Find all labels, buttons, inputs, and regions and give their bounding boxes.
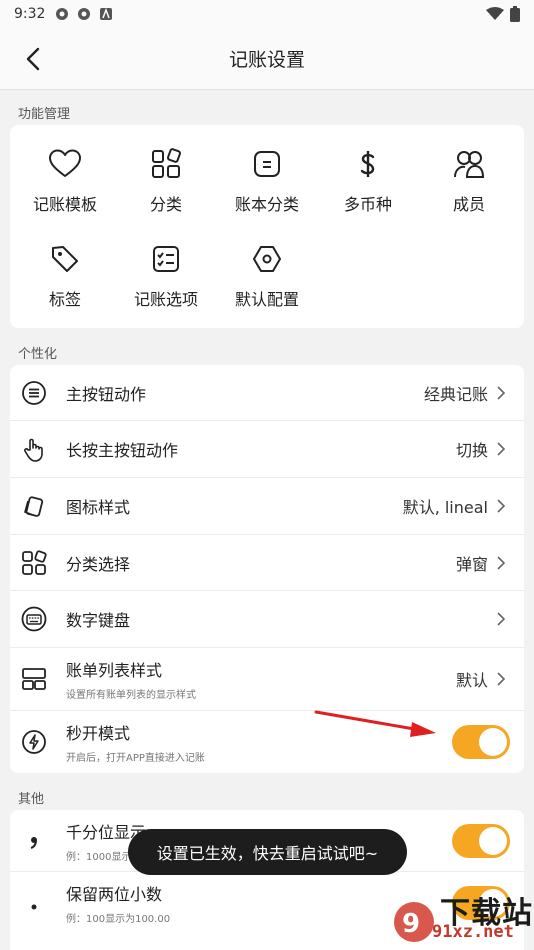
tag-icon — [52, 246, 78, 272]
feature-bookkeeping-options[interactable]: 记账选项 — [115, 220, 217, 310]
arrow-left-icon — [26, 47, 40, 71]
thousands-separator-toggle[interactable] — [452, 823, 510, 858]
page-title: 记账设置 — [228, 49, 305, 71]
quick-open-toggle[interactable] — [452, 725, 510, 759]
wifi-icon — [486, 7, 504, 20]
category-grid-icon — [152, 148, 182, 178]
dot-icon — [31, 904, 37, 910]
chevron-right-icon — [497, 385, 506, 400]
row-icon-style[interactable]: 图标样式 默认, lineal — [10, 478, 524, 535]
svg-text:9: 9 — [402, 909, 420, 939]
app-notification-icon — [78, 8, 91, 20]
row-numeric-keyboard[interactable]: 数字键盘 — [10, 591, 524, 648]
features-card: 记账模板 分类 账本分类 多币种 成员 标签 记账选项 默认配置 — [10, 125, 524, 328]
battery-icon — [510, 6, 520, 22]
app-notification-icon — [100, 7, 113, 20]
chevron-right-icon — [497, 499, 506, 513]
row-value: 切换 — [455, 441, 488, 460]
dollar-icon — [360, 151, 375, 177]
chevron-right-icon — [497, 612, 506, 626]
feature-category[interactable]: 分类 — [115, 125, 217, 215]
list-style-icon — [22, 668, 46, 690]
row-quick-open-mode: 秒开模式 开启后，打开APP直接进入记账 — [10, 711, 524, 773]
toast-message: 设置已生效，快去重启试试吧~ — [128, 829, 407, 875]
row-value: 弹窗 — [455, 554, 488, 574]
feature-ledger-category[interactable]: 账本分类 — [216, 125, 318, 215]
chevron-right-icon — [497, 442, 506, 456]
lightning-icon — [22, 730, 46, 754]
row-value: 默认 — [455, 671, 488, 690]
icon-style-icon — [24, 496, 44, 517]
keyboard-icon — [21, 606, 47, 632]
heart-icon — [49, 149, 81, 177]
feature-multi-currency[interactable]: 多币种 — [317, 125, 419, 215]
category-select-icon — [22, 549, 47, 575]
status-time: 9:32 — [14, 6, 46, 22]
app-notification-icon — [56, 8, 69, 20]
hexagon-icon — [253, 246, 281, 272]
row-main-button-action[interactable]: 主按钮动作 经典记账 — [10, 365, 524, 421]
ledger-icon — [254, 151, 280, 177]
annotation-arrow-icon — [314, 710, 436, 737]
back-button[interactable] — [18, 44, 48, 74]
feature-tag[interactable]: 标签 — [14, 220, 116, 310]
row-long-press-action[interactable]: 长按主按钮动作 切换 — [10, 421, 524, 478]
checklist-icon — [153, 246, 179, 272]
hand-touch-icon — [24, 438, 43, 462]
chevron-right-icon — [497, 672, 506, 686]
feature-template[interactable]: 记账模板 — [14, 125, 116, 215]
feature-default-config[interactable]: 默认配置 — [216, 220, 318, 310]
row-value: 默认, lineal — [402, 498, 488, 517]
row-value: 经典记账 — [423, 384, 488, 404]
section-label-features: 功能管理 — [18, 107, 71, 122]
section-label-others: 其他 — [18, 792, 45, 807]
status-bar: 9:32 — [0, 0, 534, 28]
section-label-personalize: 个性化 — [18, 347, 58, 362]
app-bar: 记账设置 — [0, 28, 534, 90]
chevron-right-icon — [497, 555, 506, 570]
members-icon — [454, 151, 485, 178]
menu-lines-icon — [22, 380, 46, 405]
watermark-url: 91xz.net — [432, 922, 514, 942]
row-category-select[interactable]: 分类选择 弹窗 — [10, 535, 524, 591]
personalize-card: 主按钮动作 经典记账 长按主按钮动作 切换 图标样式 默认, lineal 分类… — [10, 365, 524, 773]
feature-members[interactable]: 成员 — [418, 125, 520, 215]
comma-icon — [30, 836, 37, 849]
row-bill-list-style[interactable]: 账单列表样式 设置所有账单列表的显示样式 默认 — [10, 648, 524, 711]
